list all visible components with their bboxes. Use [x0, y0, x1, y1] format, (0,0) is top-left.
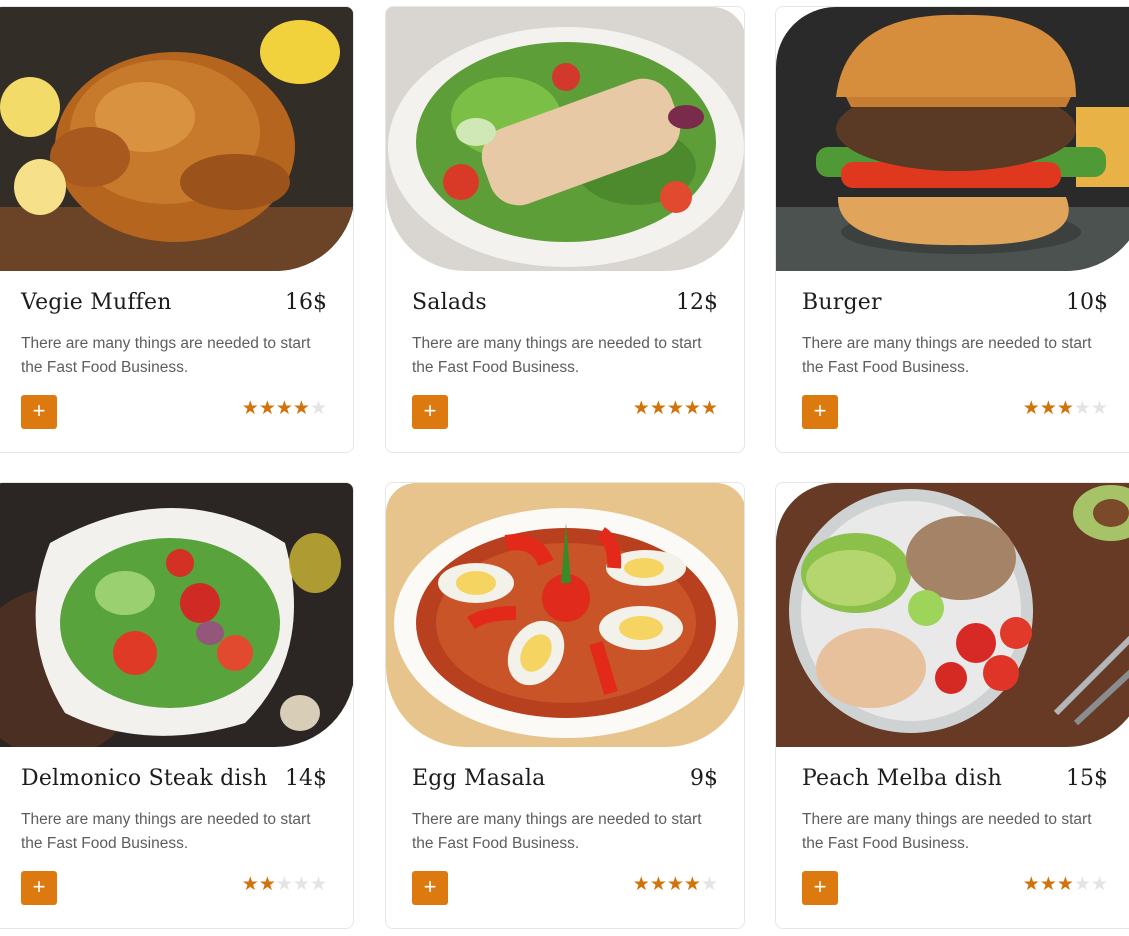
item-name: Vegie Muffen	[21, 290, 172, 315]
item-description: There are many things are needed to star…	[802, 811, 1092, 852]
egg-masala-plate-image	[386, 483, 744, 747]
rating-stars: ★★★★★	[1023, 397, 1108, 419]
item-description: There are many things are needed to star…	[412, 811, 702, 852]
star-icon: ★	[632, 397, 650, 419]
food-image	[0, 7, 353, 271]
food-image	[386, 7, 744, 271]
star-icon: ★	[1073, 873, 1091, 895]
item-name: Egg Masala	[412, 766, 546, 791]
add-to-cart-button[interactable]: +	[412, 395, 448, 429]
star-icon: ★	[1073, 397, 1091, 419]
star-icon: ★	[1022, 397, 1040, 419]
vegetable-salad-plate-image	[0, 483, 353, 747]
item-description: There are many things are needed to star…	[802, 335, 1092, 376]
star-icon: ★	[241, 397, 259, 419]
rating-stars: ★★★★★	[1023, 873, 1108, 895]
star-icon: ★	[700, 397, 718, 419]
burger-image	[776, 7, 1129, 271]
star-icon: ★	[309, 397, 327, 419]
star-icon: ★	[1090, 397, 1108, 419]
item-price: 15$	[1066, 766, 1108, 791]
item-price: 12$	[676, 290, 718, 315]
item-price: 14$	[285, 766, 327, 791]
rating-stars: ★★★★★	[242, 873, 327, 895]
food-image	[386, 483, 744, 747]
star-icon: ★	[1039, 873, 1057, 895]
menu-card: Delmonico Steak dish 14$ There are many …	[0, 482, 354, 929]
add-to-cart-button[interactable]: +	[21, 395, 57, 429]
menu-grid: Vegie Muffen 16$ There are many things a…	[0, 0, 1129, 936]
star-icon: ★	[666, 397, 684, 419]
menu-card: Peach Melba dish 15$ There are many thin…	[775, 482, 1129, 929]
star-icon: ★	[683, 397, 701, 419]
food-image	[776, 7, 1129, 271]
star-icon: ★	[700, 873, 718, 895]
rating-stars: ★★★★★	[633, 873, 718, 895]
star-icon: ★	[1056, 873, 1074, 895]
food-image	[776, 483, 1129, 747]
star-icon: ★	[258, 397, 276, 419]
add-to-cart-button[interactable]: +	[802, 395, 838, 429]
add-to-cart-button[interactable]: +	[21, 871, 57, 905]
chicken-salad-image	[386, 7, 744, 271]
star-icon: ★	[1056, 397, 1074, 419]
quinoa-bowl-image	[776, 483, 1129, 747]
item-description: There are many things are needed to star…	[21, 811, 311, 852]
star-icon: ★	[649, 873, 667, 895]
rating-stars: ★★★★★	[242, 397, 327, 419]
item-description: There are many things are needed to star…	[21, 335, 311, 376]
star-icon: ★	[275, 873, 293, 895]
star-icon: ★	[666, 873, 684, 895]
menu-card: Vegie Muffen 16$ There are many things a…	[0, 6, 354, 453]
item-price: 10$	[1066, 290, 1108, 315]
add-to-cart-button[interactable]: +	[802, 871, 838, 905]
star-icon: ★	[1022, 873, 1040, 895]
star-icon: ★	[275, 397, 293, 419]
item-name: Burger	[802, 290, 882, 315]
star-icon: ★	[309, 873, 327, 895]
food-image	[0, 483, 353, 747]
star-icon: ★	[292, 873, 310, 895]
item-price: 9$	[690, 766, 718, 791]
star-icon: ★	[292, 397, 310, 419]
rating-stars: ★★★★★	[633, 397, 718, 419]
item-name: Peach Melba dish	[802, 766, 1002, 791]
star-icon: ★	[258, 873, 276, 895]
item-name: Salads	[412, 290, 487, 315]
item-description: There are many things are needed to star…	[412, 335, 702, 376]
star-icon: ★	[649, 397, 667, 419]
star-icon: ★	[683, 873, 701, 895]
star-icon: ★	[1039, 397, 1057, 419]
menu-card: Egg Masala 9$ There are many things are …	[385, 482, 745, 929]
roast-chicken-image	[0, 7, 353, 271]
menu-card: Salads 12$ There are many things are nee…	[385, 6, 745, 453]
star-icon: ★	[632, 873, 650, 895]
item-price: 16$	[285, 290, 327, 315]
star-icon: ★	[241, 873, 259, 895]
item-name: Delmonico Steak dish	[21, 766, 268, 791]
menu-card: Burger 10$ There are many things are nee…	[775, 6, 1129, 453]
add-to-cart-button[interactable]: +	[412, 871, 448, 905]
star-icon: ★	[1090, 873, 1108, 895]
